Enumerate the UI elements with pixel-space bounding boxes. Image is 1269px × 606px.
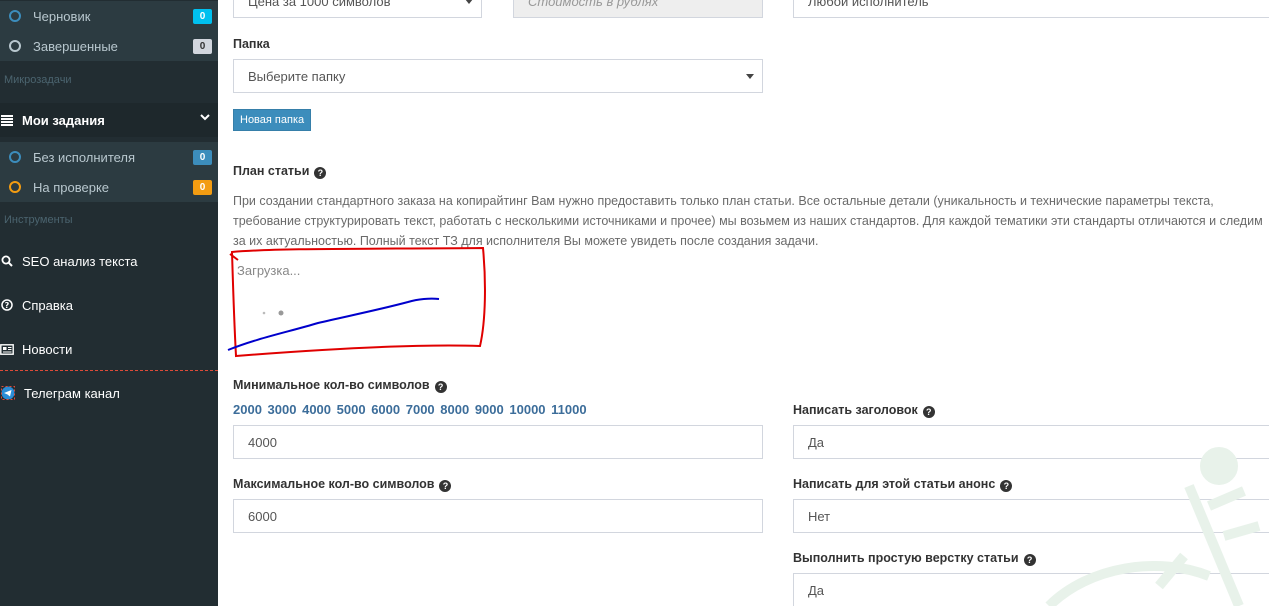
char-preset-link[interactable]: 3000 bbox=[268, 402, 297, 417]
divider bbox=[0, 370, 218, 371]
max-chars-label: Максимальное кол-во символов? bbox=[233, 477, 452, 492]
circle-icon bbox=[9, 151, 21, 163]
blue-annotation-line bbox=[227, 297, 440, 351]
min-chars-label-text: Минимальное кол-во символов bbox=[233, 378, 430, 392]
sidebar-item-help[interactable]: ? Справка bbox=[0, 288, 218, 322]
select-value: Нет bbox=[808, 508, 831, 524]
help-icon[interactable]: ? bbox=[314, 167, 327, 179]
price-type-select[interactable]: Цена за 1000 символов bbox=[233, 0, 482, 18]
caret-down-icon bbox=[746, 74, 754, 79]
section-header-microtasks: Микрозадачи bbox=[4, 74, 72, 86]
circle-icon bbox=[9, 181, 21, 193]
select-value: Выберите папку bbox=[248, 68, 346, 84]
sidebar-item-seo[interactable]: SEO анализ текста bbox=[0, 244, 218, 278]
layout-label-text: Выполнить простую верстку статьи bbox=[793, 551, 1019, 565]
input-value: 4000 bbox=[248, 434, 277, 450]
telegram-icon bbox=[0, 386, 16, 400]
sidebar-item-news[interactable]: Новости bbox=[0, 332, 218, 366]
sidebar-item-label: Мои задания bbox=[22, 112, 105, 128]
min-chars-input[interactable]: 4000 bbox=[233, 425, 763, 459]
help-icon[interactable]: ? bbox=[922, 406, 935, 418]
search-icon bbox=[0, 255, 14, 267]
folder-label: Папка bbox=[233, 37, 270, 51]
list-icon bbox=[0, 114, 14, 126]
sidebar-item-label: Телеграм канал bbox=[24, 385, 120, 401]
performer-field[interactable]: Любой исполнитель bbox=[793, 0, 1269, 18]
select-value: Да bbox=[808, 582, 825, 598]
char-preset-link[interactable]: 8000 bbox=[440, 402, 469, 417]
write-title-label: Написать заголовок? bbox=[793, 403, 935, 418]
input-value: 6000 bbox=[248, 508, 277, 524]
field-value: Любой исполнитель bbox=[808, 0, 929, 9]
sidebar-item-label: Завершенные bbox=[33, 38, 118, 54]
count-badge: 0 bbox=[193, 149, 212, 165]
char-preset-link[interactable]: 2000 bbox=[233, 402, 262, 417]
char-preset-link[interactable]: 6000 bbox=[371, 402, 400, 417]
sidebar-item-label: SEO анализ текста bbox=[22, 253, 138, 269]
folder-select[interactable]: Выберите папку bbox=[233, 59, 763, 93]
sidebar-item-my-tasks[interactable]: Мои задания bbox=[0, 103, 218, 137]
max-chars-label-text: Максимальное кол-во символов bbox=[233, 477, 435, 491]
sidebar-item-completed[interactable]: Завершенные 0 bbox=[0, 31, 218, 61]
sidebar-item-telegram[interactable]: Телеграм канал bbox=[0, 376, 218, 410]
caret-down-icon bbox=[465, 0, 473, 4]
svg-text:?: ? bbox=[5, 301, 10, 310]
sidebar-item-no-performer[interactable]: Без исполнителя 0 bbox=[0, 142, 218, 172]
sidebar-item-draft[interactable]: Черновик 0 bbox=[0, 1, 218, 31]
red-annotation-box bbox=[230, 246, 486, 358]
input-placeholder: Стоимость в рублях bbox=[528, 0, 659, 9]
max-chars-input[interactable]: 6000 bbox=[233, 499, 763, 533]
select-value: Цена за 1000 символов bbox=[248, 0, 391, 9]
annotation-drawing bbox=[227, 246, 486, 358]
main-content: Цена за 1000 символов Стоимость в рублях… bbox=[218, 0, 1269, 606]
char-preset-link[interactable]: 7000 bbox=[406, 402, 435, 417]
plan-label-text: План статьи bbox=[233, 164, 310, 178]
char-preset-link[interactable]: 9000 bbox=[475, 402, 504, 417]
char-preset-link[interactable]: 4000 bbox=[302, 402, 331, 417]
sidebar-item-label: На проверке bbox=[33, 179, 110, 195]
sidebar-item-label: Черновик bbox=[33, 8, 91, 24]
select-value: Да bbox=[808, 434, 825, 450]
newspaper-icon bbox=[0, 343, 14, 355]
char-preset-link[interactable]: 10000 bbox=[509, 402, 545, 417]
question-circle-icon: ? bbox=[0, 299, 14, 311]
sidebar-item-on-review[interactable]: На проверке 0 bbox=[0, 172, 218, 202]
write-title-label-text: Написать заголовок bbox=[793, 403, 918, 417]
help-icon[interactable]: ? bbox=[439, 480, 452, 492]
section-header-tools: Инструменты bbox=[4, 214, 73, 226]
watermark-graphic bbox=[1045, 447, 1261, 606]
loading-dot bbox=[262, 311, 266, 315]
layout-label: Выполнить простую верстку статьи? bbox=[793, 551, 1036, 566]
write-announce-label: Написать для этой статьи анонс? bbox=[793, 477, 1013, 492]
count-badge: 0 bbox=[193, 179, 212, 195]
char-preset-link[interactable]: 5000 bbox=[337, 402, 366, 417]
new-folder-button[interactable]: Новая папка bbox=[233, 109, 312, 131]
write-announce-label-text: Написать для этой статьи анонс bbox=[793, 477, 996, 491]
char-preset-link[interactable]: 11000 bbox=[551, 402, 586, 417]
sidebar: Черновик 0 Завершенные 0 Микрозадачи Мои… bbox=[0, 0, 218, 606]
sidebar-item-label: Новости bbox=[22, 341, 73, 357]
circle-icon bbox=[9, 10, 21, 22]
cost-input[interactable]: Стоимость в рублях bbox=[513, 0, 763, 18]
count-badge: 0 bbox=[193, 38, 212, 54]
count-badge: 0 bbox=[193, 8, 212, 24]
loading-dot bbox=[278, 310, 284, 316]
min-chars-label: Минимальное кол-во символов? bbox=[233, 378, 447, 393]
sidebar-item-label: Без исполнителя bbox=[33, 149, 136, 165]
char-presets: 2000 3000 4000 5000 6000 7000 8000 9000 … bbox=[233, 402, 587, 417]
plan-label: План статьи? bbox=[233, 164, 327, 179]
sidebar-item-label: Справка bbox=[22, 297, 73, 313]
circle-icon bbox=[9, 40, 21, 52]
help-icon[interactable]: ? bbox=[434, 381, 447, 393]
chevron-down-icon[interactable] bbox=[200, 112, 210, 124]
